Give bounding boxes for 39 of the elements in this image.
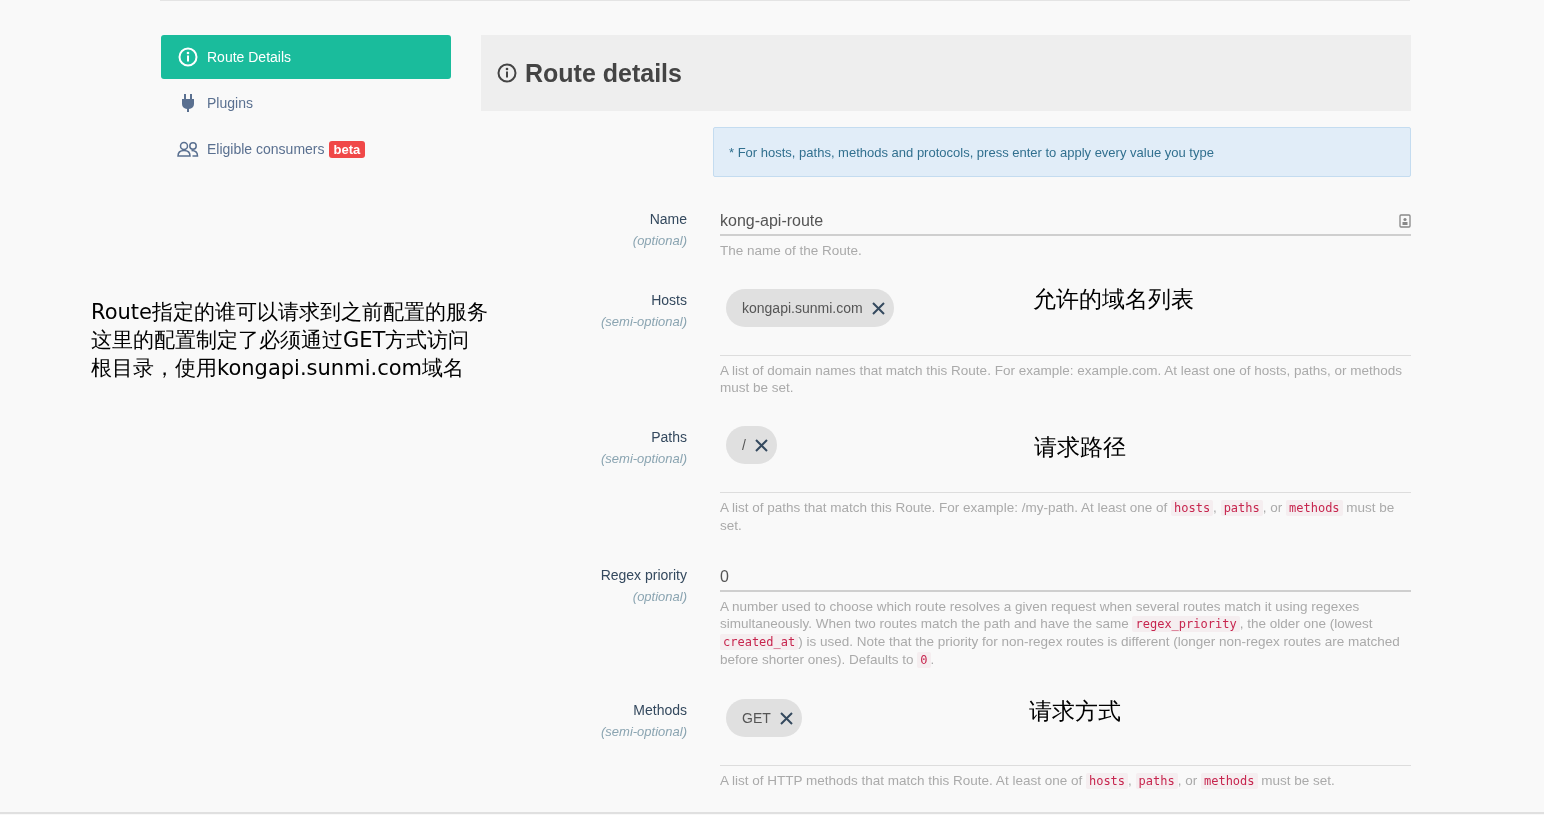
annotation-text: 允许的域名列表: [1033, 285, 1194, 314]
info-icon: [497, 63, 517, 83]
field-qualifier: (semi-optional): [601, 451, 687, 466]
help-text: The name of the Route.: [720, 242, 863, 259]
plug-icon: [181, 94, 195, 112]
beta-badge: beta: [328, 140, 366, 158]
contact-card-icon: [1399, 214, 1411, 228]
help-text: A list of paths that match this Route. For example: /my-path. At least one of hosts , paths , or methods must be set.: [720, 499, 1396, 534]
field-qualifier: (optional): [632, 233, 687, 248]
input-field[interactable]: 0: [720, 564, 1411, 592]
help-text: A number used to choose which route resolves a given request when several routes match it using regexes simultaneously. When two routes match the path and have the same regex_priority , the older one (lowest created_at ) is used. Note that the priority for non-regex routes is different (longer non-regex routes are matched before shorter ones). Defaults to 0 .: [720, 598, 1401, 669]
annotation-text: 这里的配置制定了必须通过GET方式访问: [91, 327, 470, 354]
annotation-text: 请求路径: [1034, 433, 1126, 462]
sidebar-item[interactable]: Eligible consumers beta: [161, 127, 451, 171]
field-qualifier: (semi-optional): [601, 724, 687, 739]
field-label: Regex priority: [600, 567, 687, 583]
page-title: Route details: [525, 58, 682, 88]
info-icon: [178, 47, 198, 67]
info-notice: * For hosts, paths, methods and protocols, press enter to apply every value you type: [713, 127, 1411, 177]
help-text: A list of domain names that match this Route. For example: example.com. At least one of hosts, paths, or methods must be set.: [720, 362, 1404, 396]
close-icon[interactable]: [753, 437, 769, 453]
field-qualifier: (semi-optional): [601, 314, 687, 329]
close-icon[interactable]: [778, 710, 794, 726]
sidebar-item[interactable]: Plugins: [161, 81, 451, 125]
help-text: A list of HTTP methods that match this Route. At least one of hosts , paths , or methods must be set.: [720, 772, 1336, 790]
field-label: Name: [649, 211, 687, 227]
input-field[interactable]: kong-api-route: [720, 208, 1411, 236]
field-label: Methods: [633, 702, 687, 718]
tag-chip: GET: [726, 699, 802, 737]
tag-chip: kongapi.sunmi.com: [726, 289, 894, 327]
annotation-text: 请求方式: [1029, 697, 1121, 726]
field-label: Hosts: [651, 292, 687, 308]
tag-chip: /: [726, 426, 777, 464]
annotation-text: Route指定的谁可以请求到之前配置的服务: [91, 299, 488, 326]
annotation-text: 根目录，使用kongapi.sunmi.com域名: [91, 355, 464, 382]
users-icon: [177, 141, 199, 157]
field-qualifier: (optional): [632, 589, 687, 604]
close-icon[interactable]: [870, 300, 886, 316]
field-label: Paths: [651, 429, 687, 445]
